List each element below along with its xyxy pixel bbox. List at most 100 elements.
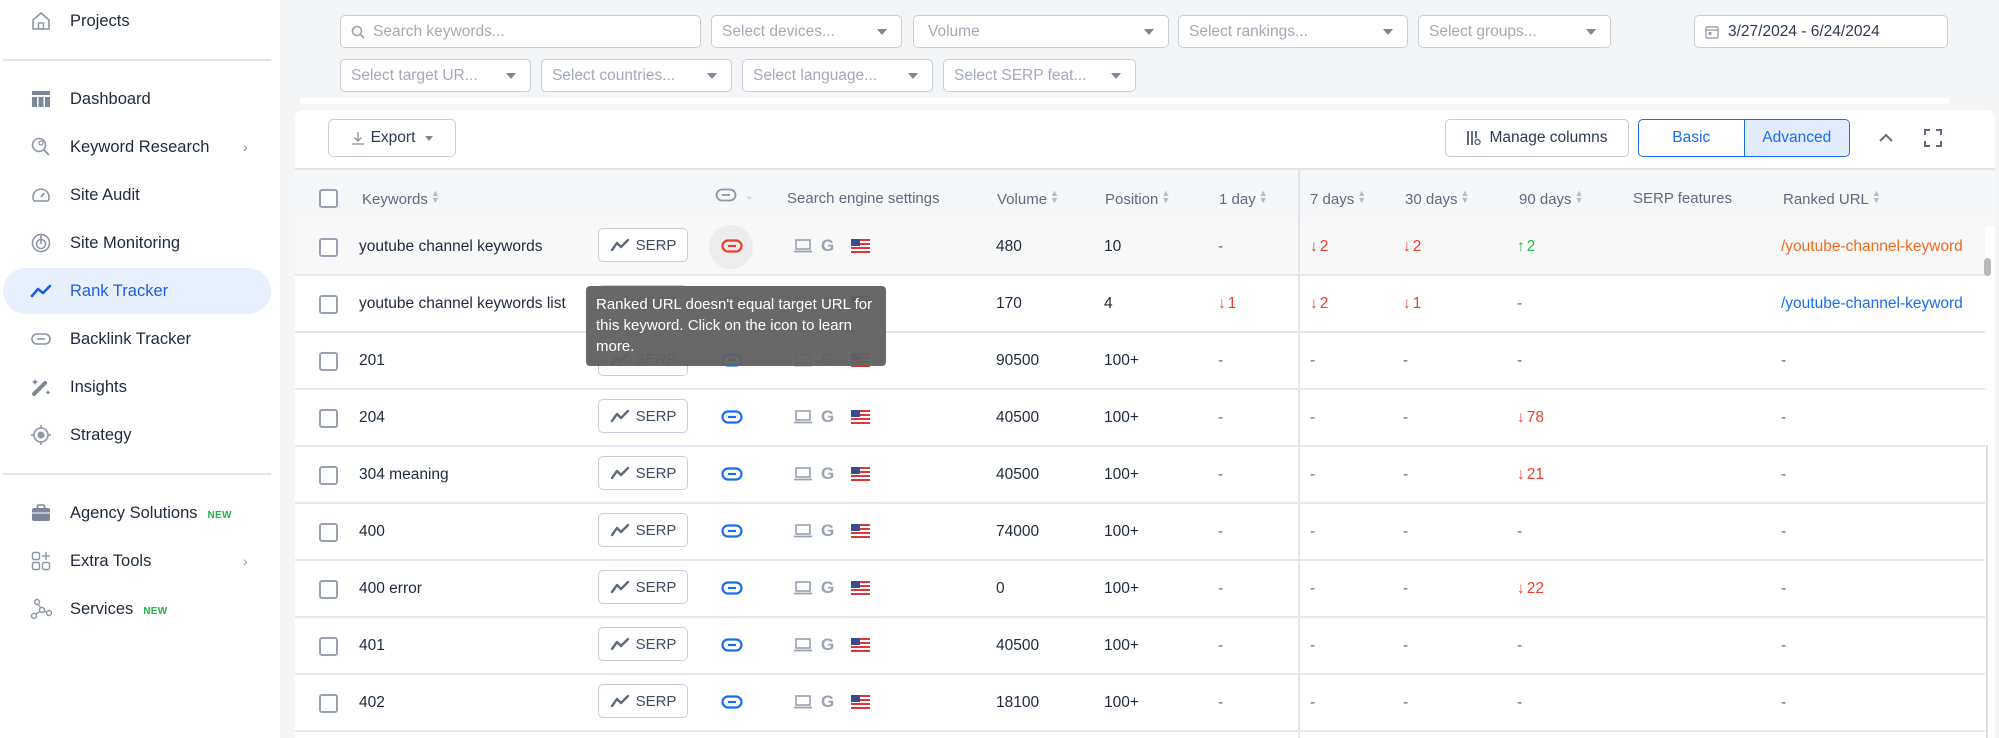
table-row[interactable]: 401 SERP G 40500 100+ - - - - - (295, 618, 1985, 675)
serp-button[interactable]: SERP (598, 228, 688, 262)
view-mode-advanced[interactable]: Advanced (1743, 120, 1849, 156)
column-header-1-day[interactable]: 1 day ▲ ▼ (1219, 189, 1268, 209)
date-range-picker[interactable]: 3/27/2024 - 6/24/2024 (1694, 15, 1948, 48)
column-header-30-days[interactable]: 30 days ▲ ▼ (1405, 189, 1469, 209)
sidebar-item-keyword-research[interactable]: Keyword Research › (3, 124, 271, 170)
row-checkbox[interactable] (319, 694, 338, 713)
serp-button[interactable]: SERP (598, 684, 688, 718)
view-mode-basic[interactable]: Basic (1639, 120, 1744, 156)
link-status-icon[interactable] (721, 695, 743, 709)
target-url-select[interactable]: Select target UR... (340, 59, 531, 92)
row-checkbox[interactable] (319, 637, 338, 656)
table-row[interactable]: 400 error SERP G 0 100+ - - - ↓ 22 - (295, 561, 1985, 618)
keyword-cell: 201 (359, 352, 385, 369)
target-url-select-text: Select target UR... (351, 66, 478, 84)
countries-select[interactable]: Select countries... (541, 59, 732, 92)
column-header-label: Keywords (362, 191, 428, 208)
serp-label: SERP (635, 236, 677, 254)
row-checkbox[interactable] (319, 466, 338, 485)
sidebar-item-agency-solutions[interactable]: Agency Solutions NEW (3, 490, 271, 536)
row-checkbox[interactable] (319, 295, 338, 314)
position-cell: 100+ (1104, 637, 1139, 654)
sort-icon: ▲ ▼ (1357, 188, 1367, 205)
manage-columns-button[interactable]: Manage columns (1445, 119, 1629, 157)
table-row[interactable]: 304 meaning SERP G 40500 100+ - - - ↓ 21 … (295, 447, 1985, 504)
sidebar-item-dashboard[interactable]: Dashboard (3, 76, 271, 122)
link-status-icon[interactable] (721, 524, 743, 538)
serp-button[interactable]: SERP (598, 456, 688, 490)
sidebar-item-services[interactable]: Services NEW (3, 586, 271, 632)
column-header-90-days[interactable]: 90 days ▲ ▼ (1519, 189, 1583, 209)
serp-label: SERP (635, 464, 677, 482)
trend-icon (610, 637, 629, 651)
select-all-checkbox[interactable] (319, 189, 338, 208)
column-header-keywords[interactable]: Keywords ▲ ▼ (362, 189, 440, 209)
date-range-text: 3/27/2024 - 6/24/2024 (1728, 22, 1880, 40)
groups-select[interactable]: Select groups... (1418, 15, 1611, 48)
devices-select[interactable]: Select devices... (711, 15, 902, 48)
row-checkbox[interactable] (319, 409, 338, 428)
serp-features-select[interactable]: Select SERP feat... (943, 59, 1136, 92)
table-row[interactable]: youtube channel keywords list SERP G 170… (295, 276, 1985, 333)
vertical-scrollbar-thumb[interactable] (1984, 258, 1991, 276)
language-select[interactable]: Select language... (742, 59, 933, 92)
sidebar: Projects Dashboard Keyword Research › Si… (0, 0, 280, 738)
sidebar-item-backlink-tracker[interactable]: Backlink Tracker (3, 316, 271, 362)
link-status-icon[interactable] (721, 239, 743, 253)
table-row[interactable]: 402 SERP G 18100 100+ - - - - - (295, 675, 1985, 732)
sidebar-item-label: Keyword Research (70, 137, 210, 156)
row-checkbox[interactable] (319, 238, 338, 257)
countries-select-text: Select countries... (552, 66, 676, 84)
desktop-icon (794, 410, 812, 424)
change-d7: - (1310, 637, 1316, 654)
column-header-link-status[interactable]: ⌄ (715, 188, 754, 206)
keyword-research-icon (29, 135, 53, 159)
ranked-url-cell: - (1781, 694, 1787, 711)
table-row[interactable]: 400 SERP G 74000 100+ - - - - - (295, 504, 1985, 561)
link-status-icon[interactable] (721, 638, 743, 652)
change-d1: - (1218, 409, 1224, 426)
collapse-button[interactable] (1876, 128, 1896, 148)
groups-select-text: Select groups... (1429, 22, 1537, 40)
row-checkbox[interactable] (319, 580, 338, 599)
row-checkbox[interactable] (319, 523, 338, 542)
search-input[interactable]: Search keywords... (340, 15, 701, 48)
ranked-url-cell[interactable]: /youtube-channel-keyword (1781, 295, 1963, 313)
change-d90: ↓ 22 (1517, 580, 1544, 598)
table-header: Keywords ▲ ▼ ⌄ Search engine settings Volu… (295, 168, 1995, 226)
table-row[interactable]: 201 SERP G 90500 100+ - - - - - (295, 333, 1985, 390)
table-row[interactable]: 204 SERP G 40500 100+ - - - ↓ 78 - (295, 390, 1985, 447)
change-value: 2 (1319, 238, 1329, 255)
serp-button[interactable]: SERP (598, 627, 688, 661)
column-header-7-days[interactable]: 7 days ▲ ▼ (1310, 188, 1367, 209)
serp-button[interactable]: SERP (598, 399, 688, 433)
vertical-scrollbar-track[interactable] (1986, 445, 1988, 738)
column-header-serp-features: SERP features (1633, 190, 1732, 207)
sidebar-item-rank-tracker[interactable]: Rank Tracker (3, 268, 271, 314)
sidebar-item-extra-tools[interactable]: Extra Tools › (3, 538, 271, 584)
link-status-icon[interactable] (721, 410, 743, 424)
column-header-volume[interactable]: Volume ▲ ▼ (997, 189, 1059, 209)
sidebar-item-site-monitoring[interactable]: Site Monitoring (3, 220, 271, 266)
sidebar-item-projects[interactable]: Projects (3, 0, 271, 44)
fullscreen-button[interactable] (1923, 128, 1943, 148)
caret-down-icon (1586, 29, 1596, 35)
export-button[interactable]: Export (328, 119, 456, 157)
serp-button[interactable]: SERP (598, 570, 688, 604)
gauge-icon (29, 183, 53, 207)
link-status-icon[interactable] (721, 467, 743, 481)
sidebar-item-insights[interactable]: Insights (3, 364, 271, 410)
change-d7: ↓ 2 (1310, 295, 1328, 313)
google-icon: G (821, 578, 835, 597)
row-checkbox[interactable] (319, 352, 338, 371)
serp-button[interactable]: SERP (598, 513, 688, 547)
column-header-ranked-url[interactable]: Ranked URL ▲ ▼ (1783, 189, 1881, 209)
column-header-position[interactable]: Position ▲ ▼ (1105, 189, 1170, 209)
sidebar-item-site-audit[interactable]: Site Audit (3, 172, 271, 218)
link-status-icon[interactable] (721, 581, 743, 595)
volume-select[interactable]: Volume (913, 15, 1169, 48)
sidebar-item-strategy[interactable]: Strategy (3, 412, 271, 458)
table-row[interactable]: youtube channel keywords SERP G 480 10 -… (295, 219, 1985, 276)
ranked-url-cell[interactable]: /youtube-channel-keyword (1781, 238, 1963, 256)
rankings-select[interactable]: Select rankings... (1178, 15, 1408, 48)
